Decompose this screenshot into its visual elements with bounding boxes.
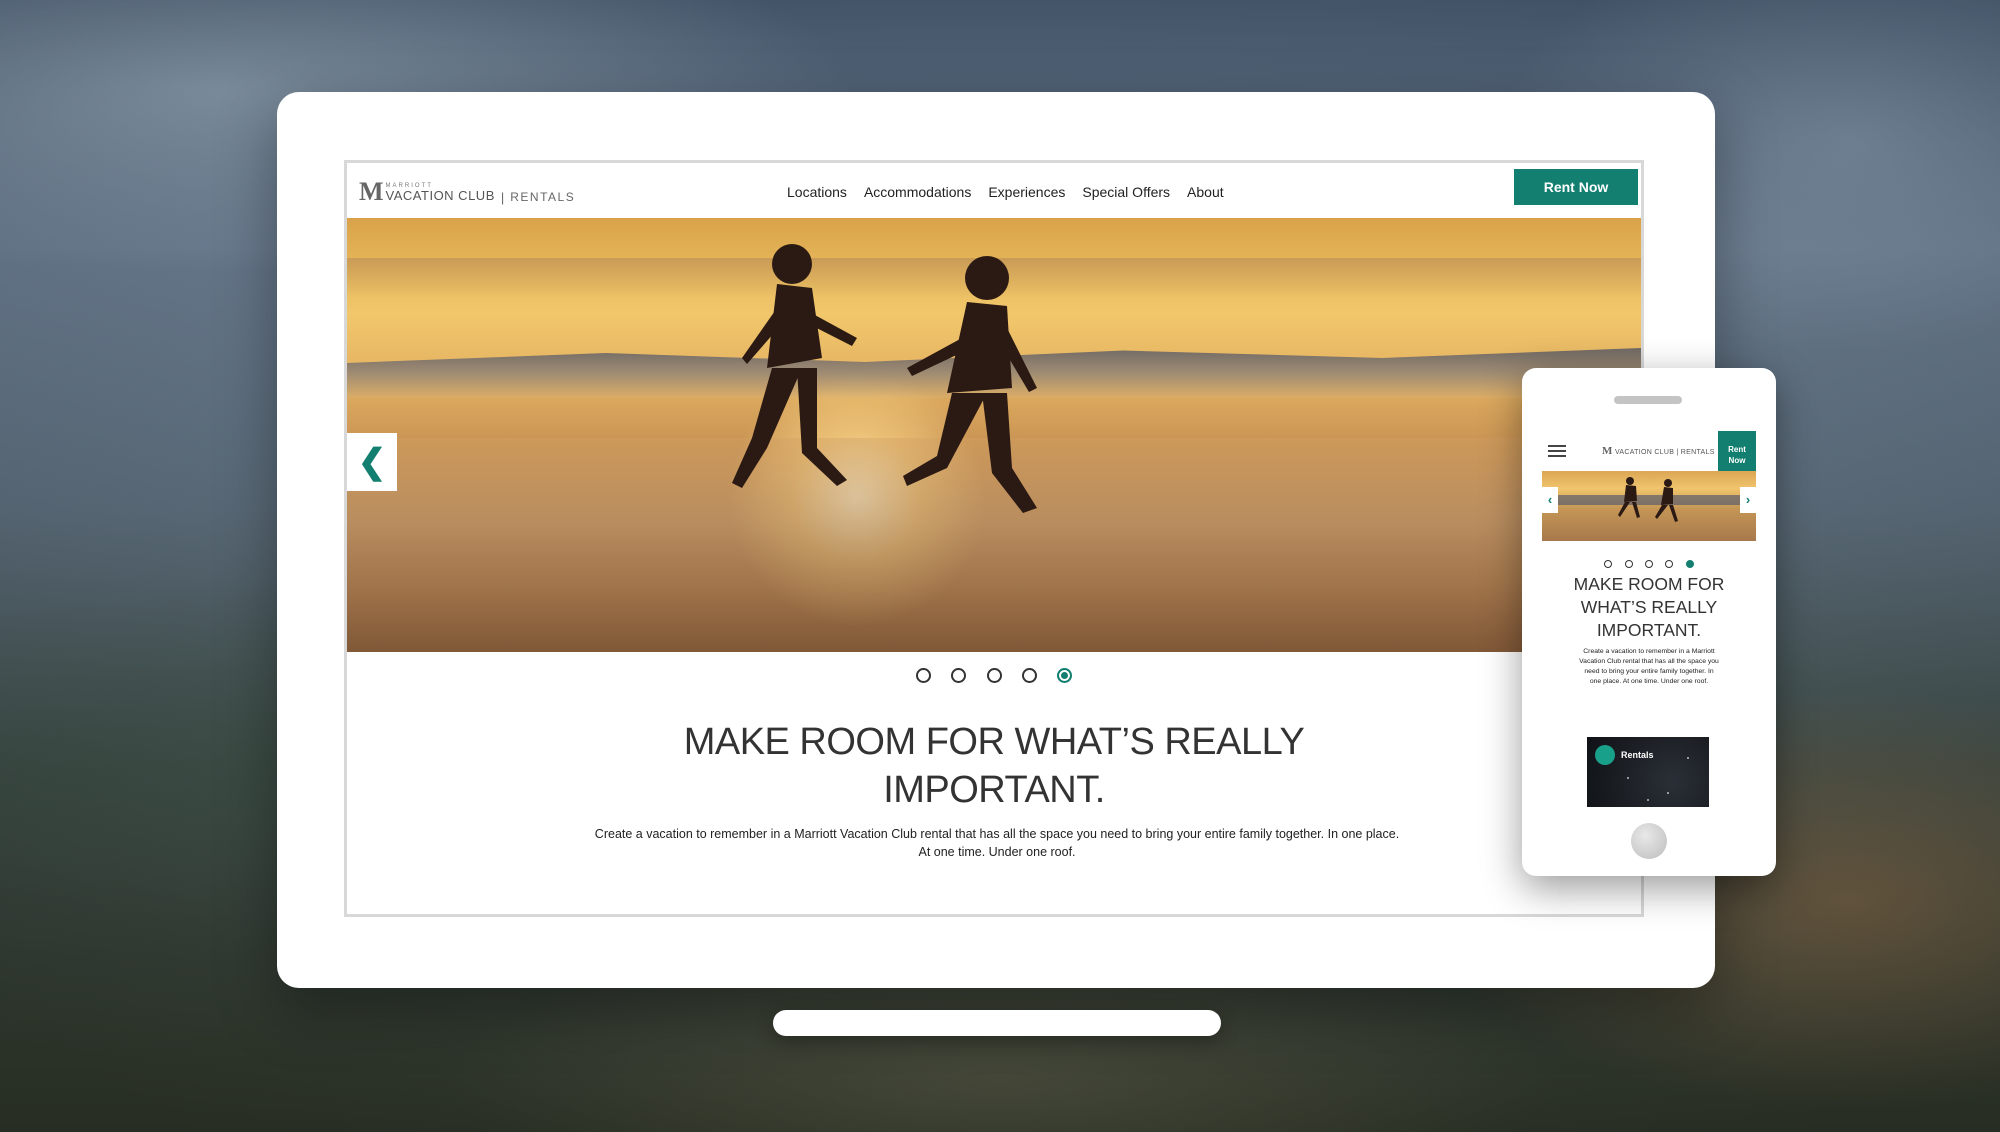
marriott-m-icon: M — [1602, 445, 1613, 457]
main-nav: Locations Accommodations Experiences Spe… — [787, 184, 1224, 200]
page-description: Create a vacation to remember in a Marri… — [594, 827, 1400, 859]
mobile-carousel-prev-button[interactable]: ‹ — [1542, 487, 1558, 513]
nav-accommodations[interactable]: Accommodations — [864, 184, 971, 200]
monitor-stand — [773, 1010, 1221, 1036]
carousel-dot-4[interactable] — [1021, 668, 1037, 683]
nav-locations[interactable]: Locations — [787, 184, 847, 200]
carousel-prev-button[interactable]: ❮ — [347, 433, 397, 491]
rent-now-button[interactable]: Rent Now — [1514, 169, 1638, 205]
nav-experiences[interactable]: Experiences — [988, 184, 1065, 200]
rentals-card-label: Rentals — [1621, 750, 1654, 760]
mobile-carousel-pagination — [1542, 555, 1756, 573]
desktop-screen: M MARRIOTT VACATION CLUB | RENTALS Locat… — [344, 160, 1644, 917]
mobile-hero-carousel: ‹ › — [1542, 471, 1756, 541]
marriott-m-icon: M — [359, 177, 383, 206]
carousel-dot-3[interactable] — [986, 668, 1002, 683]
mobile-headline: MAKE ROOM FOR WHAT’S REALLY IMPORTANT. — [1573, 574, 1725, 640]
nav-special-offers[interactable]: Special Offers — [1082, 184, 1170, 200]
phone-speaker — [1614, 396, 1682, 404]
carousel-dot-5-active[interactable] — [1057, 668, 1073, 683]
logo-main-text: VACATION CLUB — [385, 187, 495, 203]
mobile-carousel-dot-4[interactable] — [1665, 560, 1674, 568]
page-headline: MAKE ROOM FOR WHAT’S REALLY IMPORTANT. — [683, 721, 1305, 811]
phone-home-button — [1631, 823, 1667, 859]
site-header: M MARRIOTT VACATION CLUB | RENTALS Locat… — [347, 163, 1641, 218]
mobile-rent-now-button[interactable]: Rent Now — [1718, 431, 1756, 471]
mobile-carousel-dot-2[interactable] — [1624, 560, 1633, 568]
logo-sub-text: RENTALS — [510, 190, 576, 204]
hamburger-menu-icon[interactable] — [1548, 445, 1566, 460]
carousel-pagination — [347, 668, 1641, 688]
carousel-dot-2[interactable] — [951, 668, 967, 683]
mobile-header: M VACATION CLUB | RENTALS Rent Now — [1542, 431, 1756, 472]
carousel-dot-1[interactable] — [915, 668, 931, 683]
rentals-badge-icon — [1595, 745, 1615, 765]
mobile-description: Create a vacation to remember in a Marri… — [1579, 648, 1719, 685]
mobile-carousel-dot-3[interactable] — [1645, 560, 1653, 568]
mobile-screen: M VACATION CLUB | RENTALS Rent Now ‹ › M… — [1542, 431, 1756, 807]
mobile-rentals-card[interactable]: Rentals — [1587, 737, 1709, 807]
hero-photo-children-running — [732, 244, 1037, 513]
nav-about[interactable]: About — [1187, 184, 1224, 200]
mobile-carousel-dot-5-active[interactable] — [1685, 560, 1694, 568]
logo-divider: | — [500, 189, 505, 205]
site-logo[interactable]: M MARRIOTT VACATION CLUB | RENTALS — [359, 177, 575, 207]
mobile-carousel-dot-1[interactable] — [1604, 560, 1613, 568]
mobile-hero-photo — [1618, 477, 1678, 522]
mobile-phone-frame: M VACATION CLUB | RENTALS Rent Now ‹ › M… — [1522, 368, 1776, 876]
mobile-carousel-next-button[interactable]: › — [1740, 487, 1756, 513]
desktop-monitor-frame: M MARRIOTT VACATION CLUB | RENTALS Locat… — [277, 92, 1715, 988]
mobile-logo[interactable]: M VACATION CLUB | RENTALS — [1602, 445, 1715, 457]
hero-carousel: ❮ — [347, 218, 1641, 652]
